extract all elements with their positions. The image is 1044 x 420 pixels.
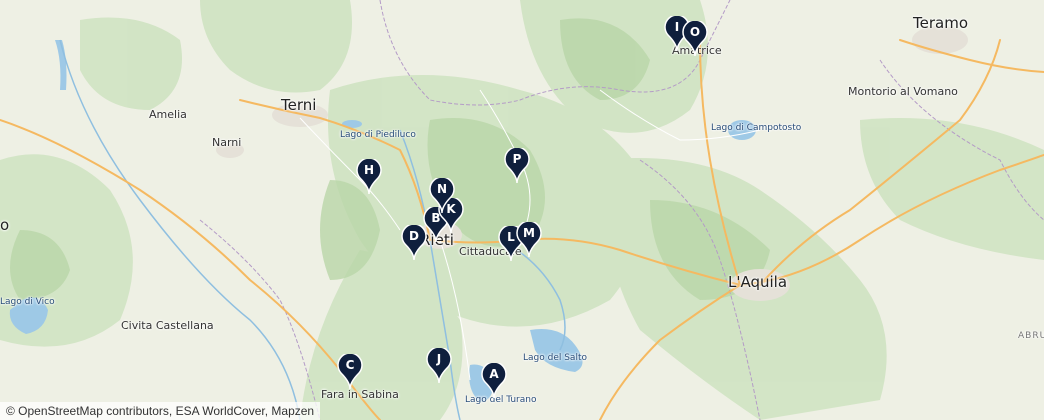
marker-letter: H: [363, 163, 375, 177]
label-lago-piediluco: Lago di Piediluco: [340, 130, 416, 140]
marker-letter: D: [409, 229, 419, 243]
map-background: [0, 0, 1044, 420]
label-fara-in-sabina: Fara in Sabina: [321, 388, 399, 401]
map-marker-d[interactable]: D: [401, 225, 427, 261]
label-amelia: Amelia: [149, 108, 187, 121]
map-marker-m[interactable]: M: [516, 222, 542, 258]
label-terni: Terni: [281, 96, 317, 114]
label-abruzzo: ABRUZZ: [1018, 331, 1044, 341]
label-lago-salto: Lago del Salto: [523, 353, 587, 363]
marker-letter: N: [436, 182, 448, 196]
label-civita-castellana: Civita Castellana: [121, 319, 214, 332]
map-marker-o[interactable]: O: [682, 21, 708, 57]
label-laquila: L'Aquila: [728, 273, 788, 291]
label-narni: Narni: [212, 136, 242, 149]
label-lago-campotosto: Lago di Campotosto: [711, 123, 802, 133]
map-marker-j[interactable]: J: [426, 348, 452, 384]
marker-letter: P: [512, 152, 522, 166]
map-marker-p[interactable]: P: [504, 148, 530, 184]
map-marker-a[interactable]: A: [481, 363, 507, 399]
label-montorio: Montorio al Vomano: [848, 85, 958, 98]
label-partial-west: o: [0, 216, 10, 234]
marker-letter: J: [436, 352, 442, 366]
label-lago-vico: Lago di Vico: [0, 297, 55, 307]
marker-letter: C: [345, 358, 355, 372]
marker-letter: O: [689, 25, 701, 39]
map-attribution: © OpenStreetMap contributors, ESA WorldC…: [0, 402, 321, 420]
map-marker-n[interactable]: N: [429, 178, 455, 214]
marker-letter: M: [523, 226, 535, 240]
label-teramo: Teramo: [913, 14, 968, 32]
map-marker-c[interactable]: C: [337, 354, 363, 390]
marker-letter: A: [489, 367, 499, 381]
map-marker-h[interactable]: H: [356, 159, 382, 195]
map-view[interactable]: Teramo Amatrice Terni Amelia Narni Lago …: [0, 0, 1044, 420]
